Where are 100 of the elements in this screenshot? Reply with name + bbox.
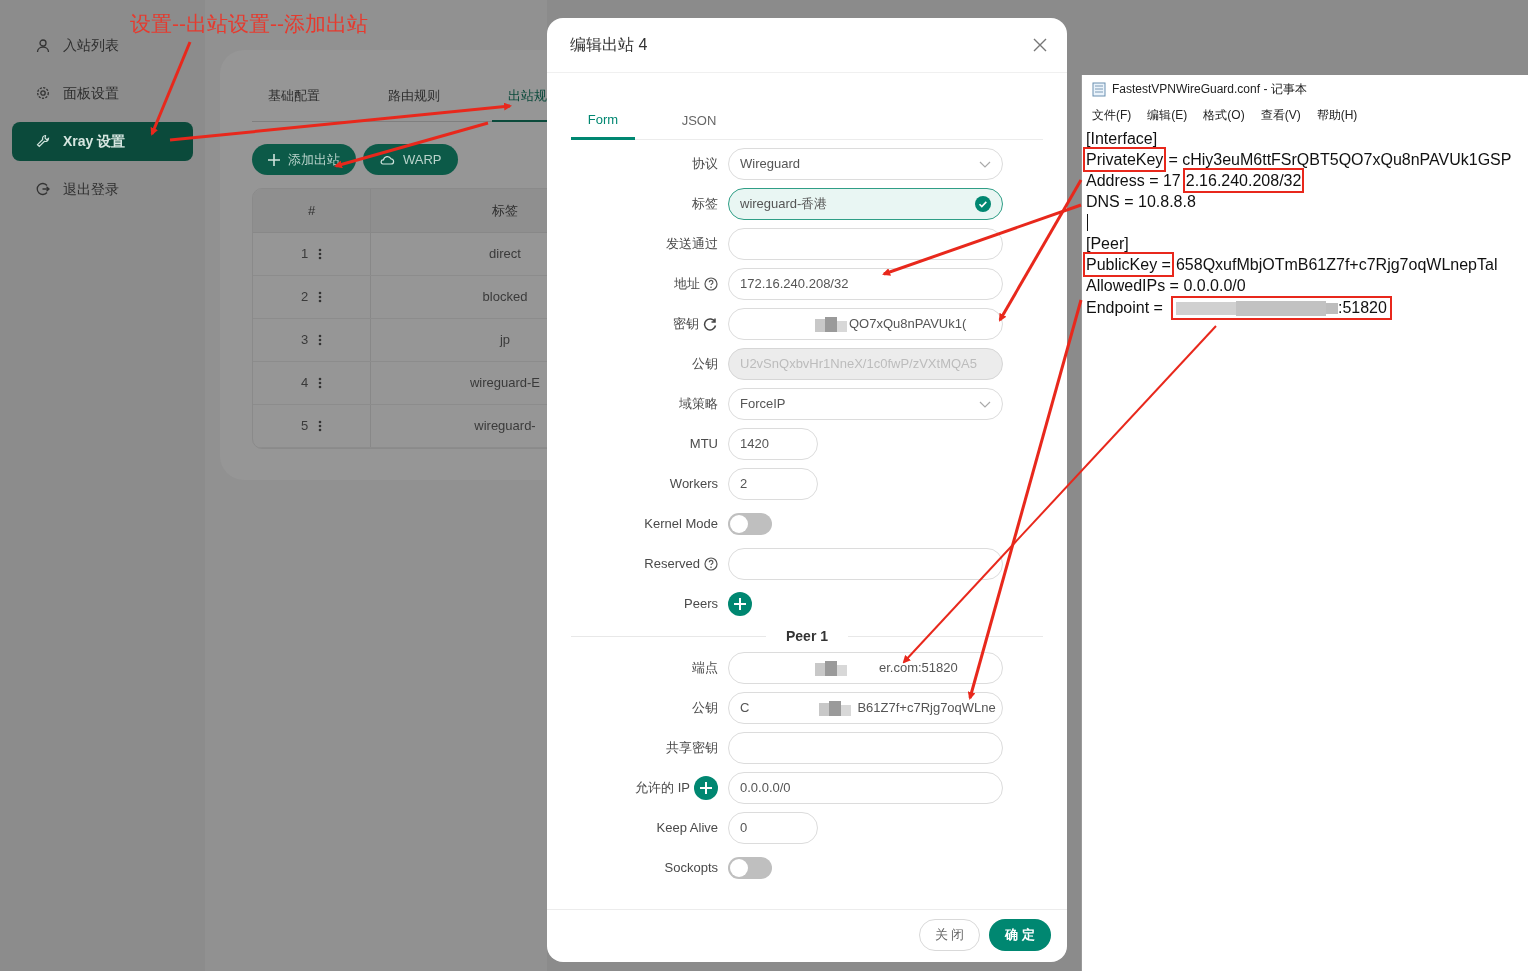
sidebar-item[interactable]: Xray 设置 xyxy=(12,121,193,161)
close-icon[interactable] xyxy=(1033,38,1047,52)
toggle-switch[interactable] xyxy=(728,513,772,535)
section-title: Peer 1 xyxy=(786,626,829,646)
text-line: = cHiy3euM6ttFSrQBT5QO7xQu8nPAVUk1GSP xyxy=(1168,150,1512,169)
table-cell-text: wireguard-E xyxy=(469,374,541,393)
input-field[interactable]: 2 xyxy=(728,468,818,500)
blur-patch xyxy=(819,699,852,717)
menu-item[interactable]: 文件(F) xyxy=(1088,106,1136,124)
field-label: Peers xyxy=(684,595,718,614)
field-label: Kernel Mode xyxy=(644,515,718,534)
text-line: DNS = 10.8.8.8 xyxy=(1086,192,1196,211)
table-cell-text: blocked xyxy=(482,288,528,307)
field-label: Sockopts xyxy=(664,859,718,878)
table-cell-text: 1 xyxy=(300,245,309,264)
table-cell-text: jp xyxy=(499,331,511,350)
menu-item[interactable]: 格式(O) xyxy=(1199,106,1249,124)
annotation-text: 设置--出站设置--添加出站 xyxy=(130,13,368,35)
field-label: 共享密钥 xyxy=(666,739,718,758)
select-field[interactable]: ForceIP xyxy=(728,388,1003,420)
text-line: Endpoint = xyxy=(1086,298,1163,318)
input-field[interactable] xyxy=(728,228,1003,260)
help-icon xyxy=(704,277,718,291)
toggle-switch[interactable] xyxy=(728,857,772,879)
text-line: [Interface] xyxy=(1086,129,1158,148)
input-field[interactable] xyxy=(728,732,1003,764)
field-label: 公钥 xyxy=(692,355,718,374)
tab[interactable]: Form xyxy=(571,103,635,140)
user-icon xyxy=(36,37,50,53)
more-icon[interactable] xyxy=(318,334,323,346)
input-field[interactable]: 1420 xyxy=(728,428,818,460)
text-line: 658QxufMbjOTmB61Z7f+c7Rjg7oqWLnepTal xyxy=(1175,255,1498,274)
field-label: 端点 xyxy=(692,659,718,678)
field-label: MTU xyxy=(689,435,718,454)
tab[interactable]: 基础配置 xyxy=(252,86,372,121)
chevron-down-icon xyxy=(979,160,991,168)
tab[interactable]: 路由规则 xyxy=(372,86,492,121)
refresh-icon[interactable] xyxy=(703,317,718,331)
field-label: 密钥 xyxy=(673,315,699,334)
input-field[interactable]: er.com:51820 xyxy=(728,652,1003,684)
settings-icon xyxy=(36,85,50,101)
add-button[interactable] xyxy=(694,776,718,800)
menu-item[interactable]: 编辑(E) xyxy=(1143,106,1192,124)
sidebar-item[interactable]: 退出登录 xyxy=(12,176,193,202)
field-label: 地址 xyxy=(674,275,700,294)
more-icon[interactable] xyxy=(318,248,323,260)
text-cursor xyxy=(1087,214,1088,231)
sidebar-item[interactable]: 面板设置 xyxy=(12,80,193,106)
text-line: Address = 17 xyxy=(1086,171,1181,190)
input-field[interactable] xyxy=(728,548,1003,580)
field-label: 域策略 xyxy=(679,395,718,414)
check-icon xyxy=(975,196,991,212)
highlighted-text: 2.16.240.208/32 xyxy=(1185,171,1302,190)
text-line: :51820 xyxy=(1337,298,1387,318)
action-button[interactable]: 添加出站 xyxy=(252,144,356,175)
column-header: # xyxy=(307,201,316,220)
action-button[interactable]: WARP xyxy=(363,144,458,175)
table-cell-text: wireguard- xyxy=(474,417,536,436)
input-field[interactable]: QO7xQu8nPAVUk1( xyxy=(728,308,1003,340)
more-icon[interactable] xyxy=(318,420,323,432)
table-cell-text: 3 xyxy=(300,331,309,350)
text-line: [Peer] xyxy=(1086,234,1129,253)
menu-item[interactable]: 查看(V) xyxy=(1256,106,1305,124)
help-icon xyxy=(704,557,718,571)
close-button[interactable]: 关 闭 xyxy=(918,919,981,951)
sidebar-item[interactable]: 入站列表 xyxy=(12,32,193,58)
blur-patch xyxy=(815,659,847,677)
plus-icon xyxy=(268,153,280,166)
table-cell-text: 5 xyxy=(300,417,309,436)
input-field[interactable]: 0.0.0.0/0 xyxy=(728,772,1003,804)
field-label: 协议 xyxy=(692,155,718,174)
text-line: AllowedIPs = 0.0.0.0/0 xyxy=(1086,276,1246,295)
field-label: Keep Alive xyxy=(656,819,718,838)
input-field[interactable]: 0 xyxy=(728,812,818,844)
blur-patch xyxy=(815,315,847,333)
notepad-icon xyxy=(1092,81,1106,97)
input-field[interactable]: wireguard-香港 xyxy=(728,188,1003,220)
field-label: 公钥 xyxy=(692,699,718,718)
chevron-down-icon xyxy=(979,400,991,408)
table-cell-text: 4 xyxy=(300,374,309,393)
table-cell-text: 2 xyxy=(300,288,309,307)
field-label: Reserved xyxy=(644,555,700,574)
column-header: 标签 xyxy=(492,201,518,220)
tab[interactable]: JSON xyxy=(667,103,731,139)
more-icon[interactable] xyxy=(318,291,323,303)
menu-item[interactable]: 帮助(H) xyxy=(1312,106,1362,124)
dialog-title: 编辑出站 4 xyxy=(570,35,648,55)
field-label: 允许的 IP xyxy=(635,779,690,798)
input-field[interactable]: 172.16.240.208/32 xyxy=(728,268,1003,300)
input-field[interactable]: C B61Z7f+c7Rjg7oqWLne xyxy=(728,692,1003,724)
field-label: 标签 xyxy=(692,195,718,214)
field-label: 发送通过 xyxy=(666,235,718,254)
logout-icon xyxy=(36,181,50,197)
highlighted-text: PrivateKey xyxy=(1086,150,1164,169)
more-icon[interactable] xyxy=(318,377,323,389)
cloud-icon xyxy=(379,153,395,166)
confirm-button[interactable]: 确 定 xyxy=(989,919,1051,951)
wrench-icon xyxy=(36,133,50,149)
add-button[interactable] xyxy=(728,592,752,616)
select-field[interactable]: Wireguard xyxy=(728,148,1003,180)
